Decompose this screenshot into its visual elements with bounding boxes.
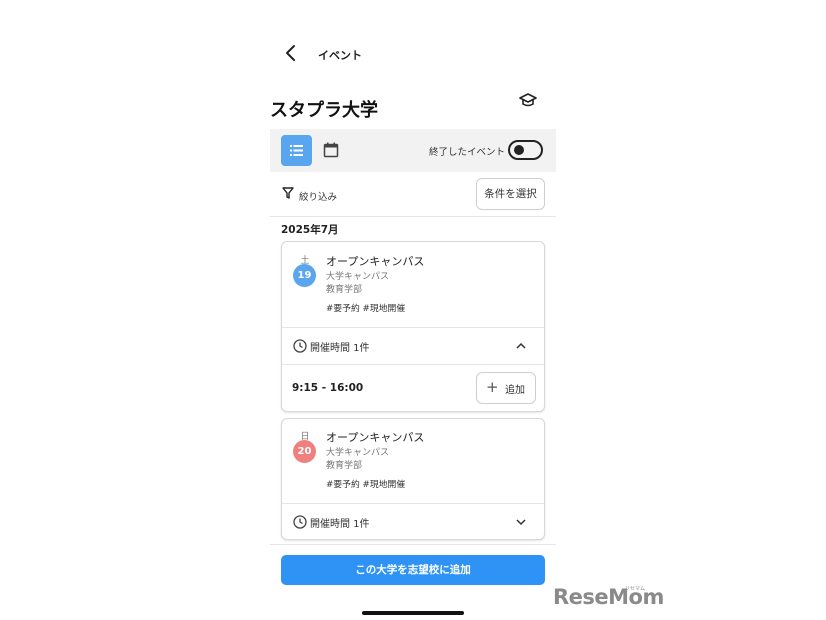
chevron-down-icon[interactable] — [515, 518, 527, 526]
ended-events-label: 終了したイベント — [429, 147, 506, 158]
clock-icon — [293, 515, 307, 529]
calendar-view-icon[interactable] — [323, 142, 339, 158]
event-card: 土 19 オープンキャンパス 大学キャンパス 教育学部 #要予約 #現地開催 開… — [281, 241, 545, 412]
add-label: 追加 — [505, 385, 525, 396]
resemom-logo-small: リセマム — [625, 586, 646, 592]
ended-events-toggle[interactable] — [508, 140, 543, 160]
divider — [282, 364, 544, 365]
resemom-logo: ReseMom — [553, 585, 664, 609]
filter-label[interactable]: 絞り込み — [299, 189, 337, 203]
event-card: 日 20 オープンキャンパス 大学キャンパス 教育学部 #要予約 #現地開催 開… — [281, 418, 545, 540]
clock-icon — [293, 339, 307, 353]
month-heading: 2025年7月 — [281, 224, 339, 236]
graduation-cap-icon[interactable] — [519, 92, 537, 108]
view-toolbar: 終了したイベント — [270, 129, 556, 172]
home-indicator — [362, 611, 464, 615]
filter-row: 絞り込み 条件を選択 — [270, 174, 556, 217]
chevron-up-icon[interactable] — [515, 342, 527, 350]
university-name: スタプラ大学 — [270, 100, 378, 121]
list-icon — [290, 145, 303, 156]
day-badge: 20 — [293, 440, 316, 463]
day-badge: 19 — [293, 264, 316, 287]
divider — [270, 544, 556, 545]
event-tags: #要予約 #現地開催 — [326, 480, 406, 490]
select-conditions-button[interactable]: 条件を選択 — [476, 178, 545, 210]
nav-title: イベント — [318, 49, 362, 62]
event-time: 9:15 - 16:00 — [292, 382, 364, 394]
event-faculty: 教育学部 — [326, 285, 363, 295]
divider — [282, 327, 544, 328]
event-location: 大学キャンパス — [326, 272, 390, 282]
toggle-knob — [514, 145, 524, 155]
plus-icon: + — [486, 378, 499, 396]
event-faculty: 教育学部 — [326, 461, 363, 471]
add-time-button[interactable]: + 追加 — [476, 372, 536, 404]
list-view-button[interactable] — [281, 135, 312, 166]
hours-label[interactable]: 開催時間 1件 — [310, 339, 370, 354]
phone-screen: イベント スタプラ大学 終了したイベント 絞り込み 条件を選択 2025年7月 … — [270, 0, 556, 620]
filter-icon[interactable] — [282, 187, 294, 199]
hours-label[interactable]: 開催時間 1件 — [310, 515, 370, 530]
back-arrow-icon[interactable] — [284, 44, 298, 62]
add-to-target-schools-button[interactable]: この大学を志望校に追加 — [281, 555, 545, 585]
event-title[interactable]: オープンキャンパス — [326, 429, 424, 445]
event-location: 大学キャンパス — [326, 448, 390, 458]
event-title[interactable]: オープンキャンパス — [326, 253, 424, 269]
event-tags: #要予約 #現地開催 — [326, 304, 406, 314]
divider — [282, 503, 544, 504]
